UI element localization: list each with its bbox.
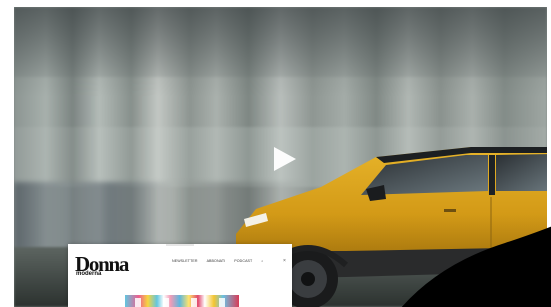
search-icon[interactable]: ⌕ [261, 259, 263, 263]
donna-moderna-logo[interactable]: Donna moderna [75, 254, 137, 280]
nav-abbonati[interactable]: ABBONATI [207, 259, 226, 263]
ad-banner-strip[interactable] [125, 295, 239, 307]
page: Donna moderna NEWSLETTER ABBONATI PODCAS… [0, 0, 551, 307]
nav-podcast[interactable]: PODCAST [234, 259, 252, 263]
play-button[interactable] [272, 145, 298, 173]
play-icon [274, 147, 296, 171]
nav-newsletter[interactable]: NEWSLETTER [172, 259, 198, 263]
close-icon[interactable]: × [283, 258, 286, 264]
logo-sub-text: moderna [76, 271, 102, 277]
decorative-shape [395, 225, 551, 307]
preview-nav: NEWSLETTER ABBONATI PODCAST ⌕ [172, 259, 263, 263]
site-preview-card[interactable]: Donna moderna NEWSLETTER ABBONATI PODCAS… [68, 244, 292, 307]
